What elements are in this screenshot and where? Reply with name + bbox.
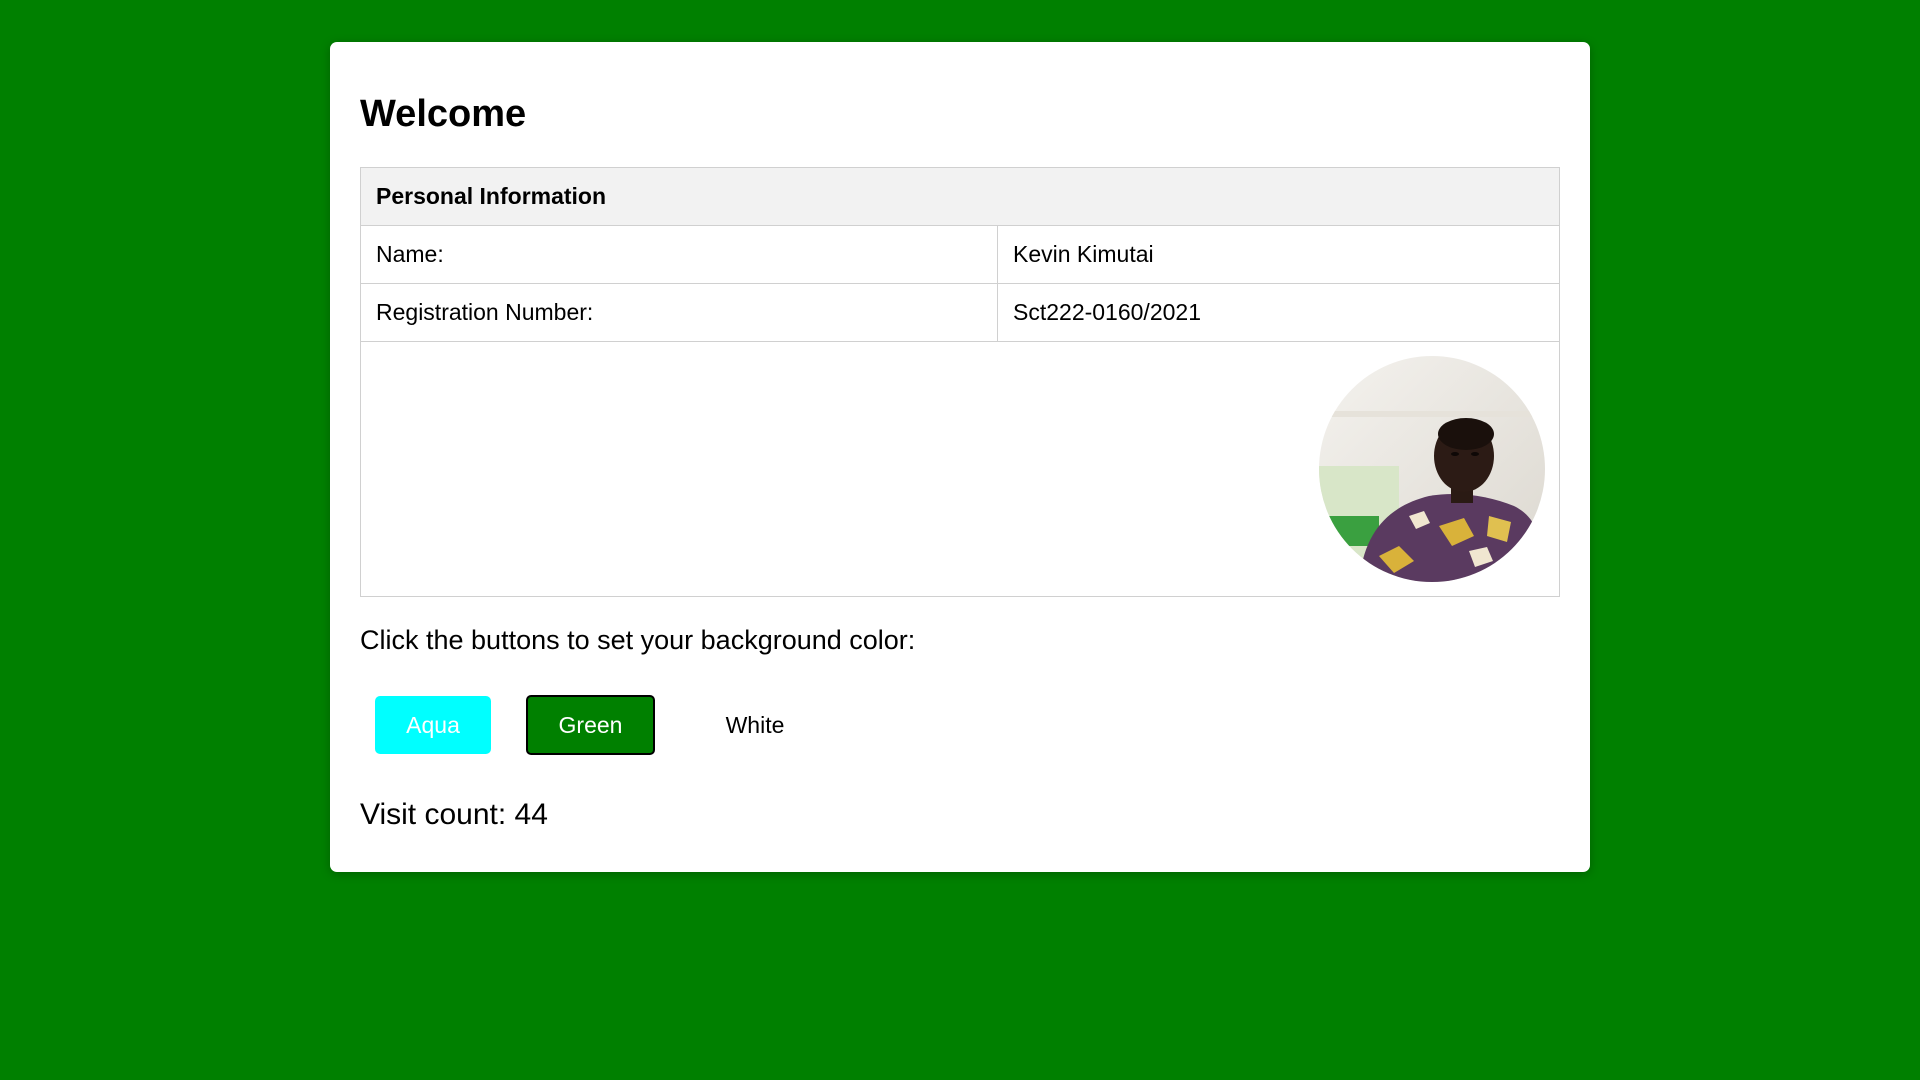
table-header-row: Personal Information xyxy=(360,167,1560,226)
name-value: Kevin Kimutai xyxy=(997,225,1560,284)
table-row-photo xyxy=(360,341,1560,597)
table-header: Personal Information xyxy=(360,167,1560,226)
avatar xyxy=(1319,356,1545,582)
name-label: Name: xyxy=(360,225,998,284)
personal-info-table: Personal Information Name: Kevin Kimutai… xyxy=(360,167,1560,597)
color-button-row: Aqua Green White xyxy=(360,695,1560,758)
visit-count: Visit count: 44 xyxy=(360,798,548,831)
page-title: Welcome xyxy=(360,93,527,135)
background-color-prompt: Click the buttons to set your background… xyxy=(360,625,916,655)
table-row-registration: Registration Number: Sct222-0160/2021 xyxy=(360,283,1560,342)
registration-value: Sct222-0160/2021 xyxy=(997,283,1560,342)
aqua-button[interactable]: Aqua xyxy=(375,696,491,754)
photo-cell xyxy=(360,341,1560,597)
person-photo-icon xyxy=(1319,356,1545,582)
table-row-name: Name: Kevin Kimutai xyxy=(360,225,1560,284)
white-button[interactable]: White xyxy=(690,696,820,754)
welcome-card: Welcome Personal Information Name: Kevin… xyxy=(330,42,1590,872)
registration-label: Registration Number: xyxy=(360,283,998,342)
green-button[interactable]: Green xyxy=(526,695,655,755)
